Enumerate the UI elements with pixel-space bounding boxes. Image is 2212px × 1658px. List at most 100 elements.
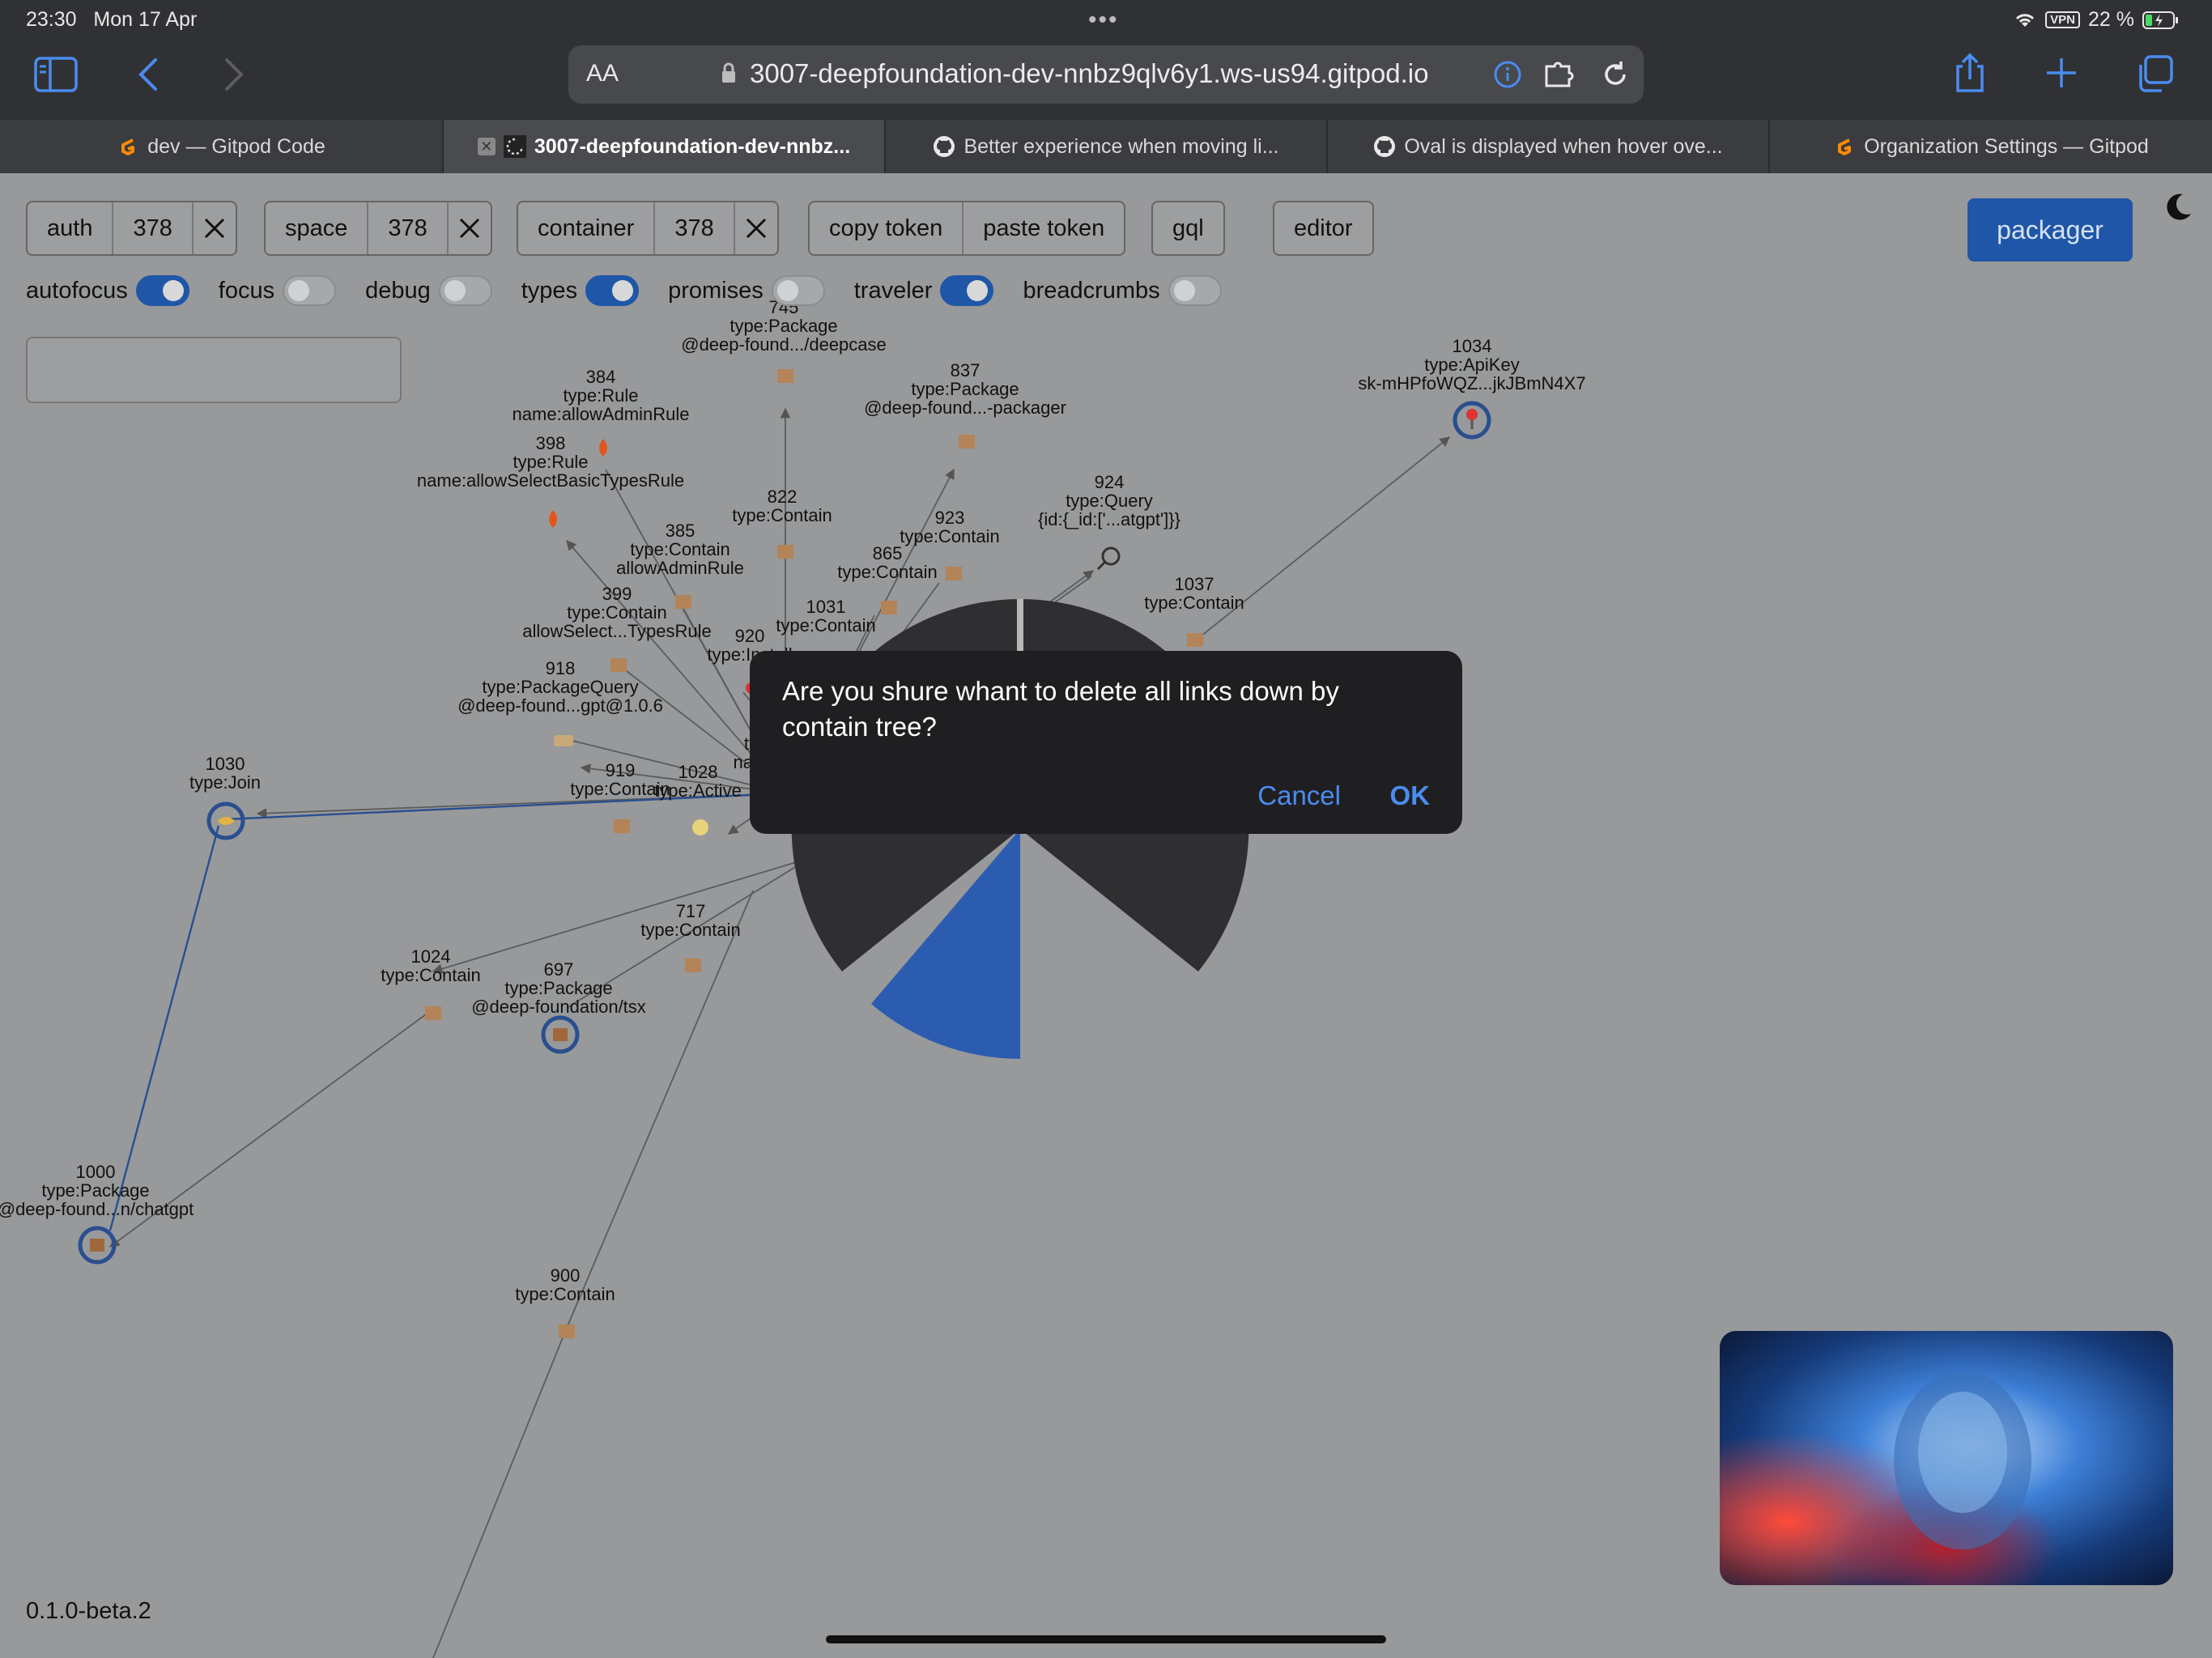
auth-clear-button[interactable] (194, 202, 236, 254)
gql-button[interactable]: gql (1153, 202, 1223, 254)
tab-org-settings[interactable]: Organization Settings — Gitpod (1770, 120, 2212, 173)
node-label-line: 398 (535, 433, 566, 453)
node-label-385: 385 type:Contain allowAdminRule (616, 521, 744, 577)
node-label-697: 697 type:Package @deep-foundation/tsx (471, 960, 646, 1016)
node-label-line: 920 (734, 626, 765, 646)
node-join-1030[interactable] (206, 801, 245, 840)
tab-label: dev — Gitpod Code (147, 134, 325, 158)
bulb-icon (692, 819, 708, 835)
gitpod-icon (121, 138, 135, 155)
types-toggle[interactable] (585, 275, 640, 306)
moon-icon[interactable] (2162, 191, 2194, 223)
node-label-line: 697 (543, 959, 574, 980)
home-indicator[interactable] (826, 1635, 1386, 1643)
node-label-line: type:Contain (630, 539, 730, 559)
reload-icon[interactable] (1600, 58, 1631, 91)
paste-token-button[interactable]: paste token (963, 202, 1124, 254)
node-label-line: 900 (550, 1265, 581, 1286)
node-label-line: 822 (767, 487, 798, 507)
wifi-icon (2016, 13, 2035, 27)
node-package-697[interactable] (541, 1015, 580, 1054)
reader-aa-button[interactable]: AA (586, 60, 619, 87)
node-label-line: type:Active (654, 780, 742, 801)
editor-button[interactable]: editor (1274, 202, 1372, 254)
browser-chrome: 23:30 Mon 17 Apr ••• VPN 22 % AA 3007-de… (0, 0, 2212, 120)
container-group: container 378 (517, 201, 779, 256)
tab-github-oval[interactable]: Oval is displayed when hover ove... (1328, 120, 1770, 173)
node-label-line: allowSelect...TypesRule (522, 621, 712, 641)
search-input[interactable] (26, 337, 402, 403)
multitasking-dots[interactable]: ••• (1088, 6, 1119, 34)
autofocus-toggle[interactable] (135, 275, 189, 306)
node-label-line: 837 (950, 360, 981, 380)
node-label-line: type:Package (730, 316, 838, 336)
space-value: 378 (368, 202, 449, 254)
space-clear-button[interactable] (449, 202, 491, 254)
auth-value: 378 (113, 202, 194, 254)
container-clear-button[interactable] (735, 202, 777, 254)
node-label-398: 398 type:Rule name:allowSelectBasicTypesRu… (417, 434, 684, 490)
close-tab-icon[interactable]: ✕ (477, 138, 496, 155)
ok-button[interactable]: OK (1390, 780, 1431, 811)
node-label-line: 399 (602, 584, 632, 604)
url-text: 3007-deepfoundation-dev-nnbz9qlv6y1.ws-u… (750, 58, 1429, 88)
tabs-overview-icon[interactable] (2136, 55, 2173, 92)
date: Mon 17 Apr (93, 8, 198, 31)
battery-percent: 22 % (2088, 8, 2134, 31)
editor-group: editor (1273, 201, 1374, 256)
tab-dev-gitpod[interactable]: dev — Gitpod Code (0, 120, 444, 173)
space-label: space (266, 202, 369, 254)
sidebar-icon[interactable] (34, 57, 78, 92)
battery-icon (2142, 11, 2178, 29)
tab-github-moving[interactable]: Better experience when moving li... (886, 120, 1328, 173)
node-label-line: type:Query (1066, 491, 1153, 511)
node-label-line: 384 (585, 367, 616, 387)
node-label-865: 865 type:Contain (837, 544, 938, 581)
tab-label: 3007-deepfoundation-dev-nnbz... (534, 134, 851, 158)
node-label-384: 384 type:Rule name:allowAdminRule (513, 368, 690, 423)
packager-button[interactable]: packager (1967, 198, 2133, 261)
cancel-button[interactable]: Cancel (1257, 780, 1341, 811)
node-label-line: type:Contain (567, 602, 667, 623)
extension-icon[interactable] (1543, 60, 1579, 89)
focus-toggle[interactable] (283, 275, 337, 306)
back-icon[interactable] (136, 57, 160, 92)
pip-video[interactable] (1720, 1331, 2173, 1585)
gql-group: gql (1151, 201, 1225, 256)
node-label-1028: 1028 type:Active (654, 763, 742, 800)
promises-toggle[interactable] (771, 275, 825, 306)
node-label-line: 1030 (205, 754, 245, 774)
node-label-line: 1028 (678, 762, 718, 782)
traveler-toggle[interactable] (940, 275, 994, 306)
app-version: 0.1.0-beta.2 (26, 1598, 151, 1624)
forward-icon[interactable] (222, 57, 246, 92)
node-label-1034: 1034 type:ApiKey sk-mHPfoWQZ...jkJBmN4X7 (1358, 337, 1585, 393)
address-bar[interactable]: AA 3007-deepfoundation-dev-nnbz9qlv6y1.w… (568, 45, 1644, 104)
node-apikey-1034[interactable] (1453, 401, 1491, 440)
node-package-1000[interactable] (78, 1226, 117, 1265)
info-icon[interactable] (1493, 60, 1522, 89)
node-label-line: 1024 (410, 946, 451, 967)
video-frame-image (1720, 1331, 2173, 1585)
node-label-918: 918 type:PackageQuery @deep-found...gpt@1.… (457, 659, 663, 715)
copy-token-button[interactable]: copy token (810, 202, 964, 254)
tab-deepfoundation[interactable]: ✕ 3007-deepfoundation-dev-nnbz... (444, 120, 886, 173)
lock-icon (722, 62, 735, 83)
promises-label: promises (668, 277, 764, 304)
breadcrumbs-label: breadcrumbs (1023, 277, 1160, 304)
node-label-1000: 1000 type:Package @deep-found...n/chatgpt (0, 1163, 194, 1218)
close-icon (746, 218, 766, 239)
node-label-line: name:allowSelectBasicTypesRule (416, 470, 685, 491)
tab-bar: dev — Gitpod Code ✕ 3007-deepfoundation-… (0, 120, 2212, 173)
node-label-line: type:Rule (513, 452, 589, 472)
share-icon[interactable] (1953, 52, 1987, 94)
node-label-line: 1037 (1174, 574, 1214, 594)
node-label-line: type:Contain (837, 562, 938, 582)
query-icon (554, 735, 573, 746)
breadcrumbs-toggle[interactable] (1168, 275, 1222, 306)
traveler-label: traveler (853, 277, 933, 304)
node-label-line: type:Contain (900, 526, 1000, 546)
close-icon (459, 218, 479, 239)
new-tab-icon[interactable] (2045, 57, 2078, 89)
debug-toggle[interactable] (438, 275, 492, 306)
